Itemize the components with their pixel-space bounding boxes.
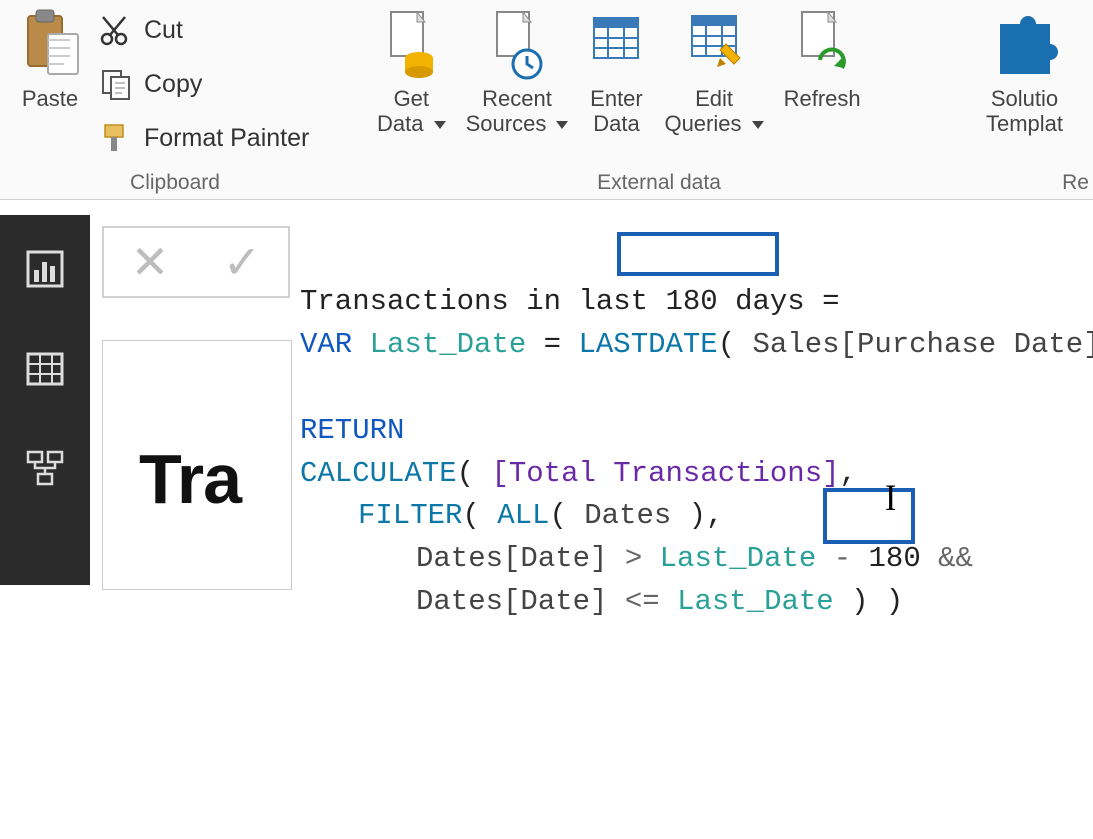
enter-data-label: Enter Data — [590, 86, 643, 137]
highlight-box — [617, 232, 779, 276]
code-line: Dates[Date] > Last_Date - 180 && — [416, 542, 973, 575]
solution-templates-label: Solutio Templat — [986, 86, 1063, 137]
report-view-button[interactable] — [21, 245, 69, 293]
code-line: FILTER( ALL( Dates ), — [358, 499, 724, 532]
commit-formula-button[interactable]: ✓ — [223, 239, 262, 285]
cancel-formula-button[interactable]: ✕ — [131, 239, 170, 285]
code-line: Transactions in last 180 days = — [300, 285, 840, 318]
cut-label: Cut — [144, 16, 183, 45]
refresh-label: Refresh — [784, 86, 861, 111]
paste-label: Paste — [22, 86, 78, 111]
model-view-button[interactable] — [21, 445, 69, 493]
get-data-button[interactable]: Get Data — [367, 4, 456, 137]
cut-button[interactable]: Cut — [92, 10, 315, 50]
copy-label: Copy — [144, 70, 202, 99]
recent-sources-icon — [489, 8, 545, 80]
code-line — [300, 371, 317, 404]
edit-queries-label: Edit Queries — [664, 86, 741, 136]
chevron-down-icon — [752, 121, 764, 129]
refresh-icon — [794, 8, 850, 80]
enter-data-button[interactable]: Enter Data — [578, 4, 654, 137]
paintbrush-icon — [98, 120, 134, 156]
visual-title-fragment: Tra — [103, 341, 291, 519]
clipboard-icon — [18, 8, 82, 80]
solution-templates-button[interactable]: Solutio Templat — [976, 4, 1073, 137]
code-line: Dates[Date] <= Last_Date ) ) — [416, 585, 903, 618]
group-label-external-data: External data — [359, 171, 959, 195]
report-canvas-preview: Tra — [102, 340, 292, 590]
formula-area: ✕ ✓ Tra Transactions in last 180 days = … — [96, 220, 1093, 585]
format-painter-label: Format Painter — [144, 124, 309, 153]
scissors-icon — [98, 12, 134, 48]
get-data-label: Get Data — [377, 86, 429, 136]
edit-queries-icon — [686, 8, 742, 80]
copy-button[interactable]: Copy — [92, 64, 315, 104]
format-painter-button[interactable]: Format Painter — [92, 118, 315, 158]
data-view-button[interactable] — [21, 345, 69, 393]
ribbon: Paste Cut — [0, 0, 1093, 200]
code-line: CALCULATE( [Total Transactions], — [300, 457, 857, 490]
chevron-down-icon — [434, 121, 446, 129]
group-label-re: Re — [968, 171, 1093, 195]
dax-editor[interactable]: Transactions in last 180 days = VAR Last… — [296, 220, 1093, 585]
table-icon — [588, 8, 644, 80]
recent-sources-label: Recent Sources — [466, 86, 552, 136]
refresh-button[interactable]: Refresh — [774, 4, 871, 137]
recent-sources-button[interactable]: Recent Sources — [456, 4, 579, 137]
copy-icon — [98, 66, 134, 102]
text-cursor-icon: I — [885, 471, 896, 526]
edit-queries-button[interactable]: Edit Queries — [654, 4, 773, 137]
highlight-box — [823, 488, 915, 544]
code-line: VAR Last_Date = LASTDATE( Sales[Purchase… — [300, 328, 1093, 361]
view-rail — [0, 215, 90, 585]
formula-controls: ✕ ✓ — [102, 226, 290, 298]
puzzle-icon — [990, 8, 1060, 80]
get-data-icon — [383, 8, 439, 80]
chevron-down-icon — [556, 121, 568, 129]
group-label-clipboard: Clipboard — [0, 171, 350, 195]
code-line: RETURN — [300, 414, 404, 447]
paste-button[interactable]: Paste — [8, 4, 92, 111]
